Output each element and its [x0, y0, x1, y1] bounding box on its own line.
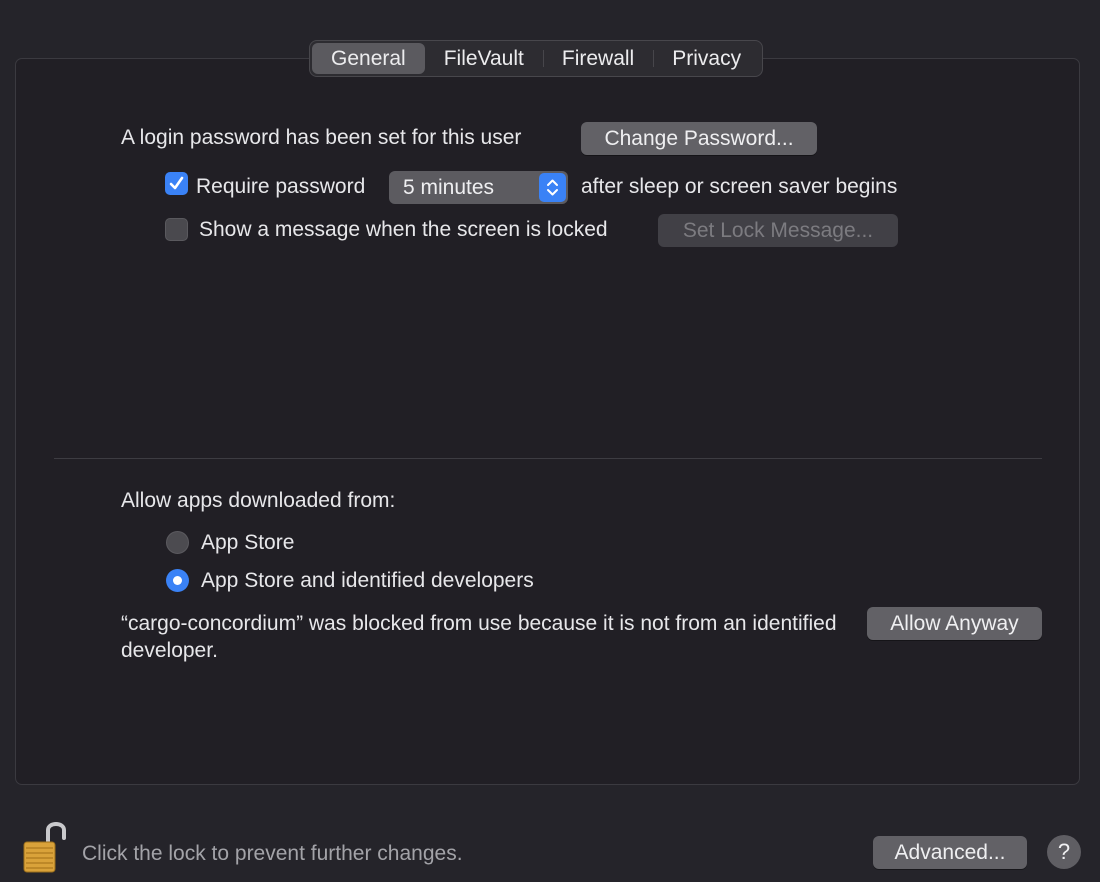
tab-privacy[interactable]: Privacy [653, 43, 760, 74]
radio-app-store[interactable] [166, 531, 189, 554]
tab-filevault[interactable]: FileVault [425, 43, 543, 74]
radio-app-store-label: App Store [201, 531, 295, 554]
help-button[interactable]: ? [1047, 835, 1081, 869]
tab-general[interactable]: General [312, 43, 425, 74]
radio-app-store-identified[interactable] [166, 569, 189, 592]
require-password-suffix: after sleep or screen saver begins [581, 175, 898, 198]
checkmark-icon [169, 176, 184, 190]
change-password-button[interactable]: Change Password... [581, 122, 817, 155]
blocked-app-message: “cargo-concordium” was blocked from use … [121, 612, 837, 662]
require-password-label: Require password [196, 175, 366, 198]
show-message-checkbox[interactable] [165, 218, 188, 241]
tab-bar: General FileVault Firewall Privacy [309, 40, 764, 77]
section-divider [54, 458, 1042, 459]
login-password-label: A login password has been set for this u… [121, 126, 522, 149]
unlocked-padlock-icon[interactable] [22, 818, 68, 874]
set-lock-message-button[interactable]: Set Lock Message... [658, 214, 898, 247]
tab-firewall[interactable]: Firewall [542, 43, 653, 74]
advanced-button[interactable]: Advanced... [873, 836, 1027, 869]
password-delay-value: 5 minutes [403, 175, 495, 199]
allow-apps-heading: Allow apps downloaded from: [121, 489, 396, 512]
radio-app-store-identified-label: App Store and identified developers [201, 569, 534, 592]
general-panel [15, 58, 1080, 785]
allow-anyway-button[interactable]: Allow Anyway [867, 607, 1042, 640]
password-delay-popup[interactable]: 5 minutes [389, 171, 568, 204]
require-password-checkbox[interactable] [165, 172, 188, 195]
show-message-label: Show a message when the screen is locked [199, 218, 608, 241]
lock-status-text: Click the lock to prevent further change… [82, 842, 463, 865]
popup-chevrons-icon [539, 173, 566, 202]
